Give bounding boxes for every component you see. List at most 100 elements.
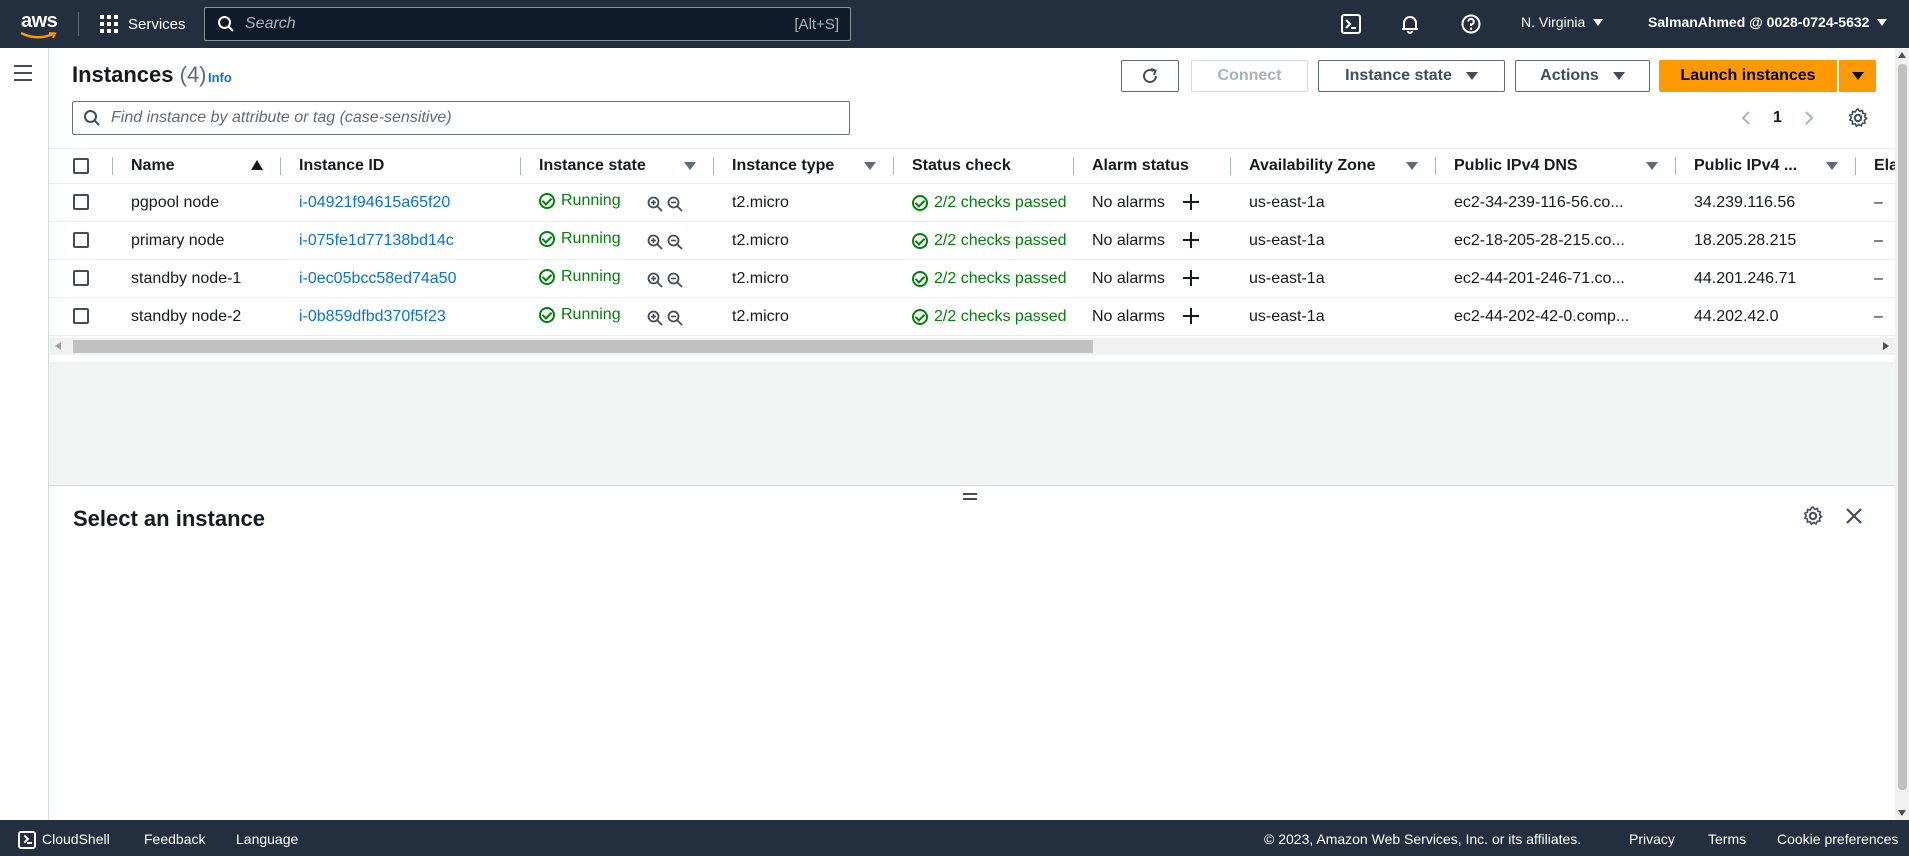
zoom-out-icon[interactable] [667, 272, 683, 288]
refresh-button[interactable] [1121, 60, 1179, 92]
row-checkbox[interactable] [73, 270, 89, 287]
sort-icon [1646, 162, 1658, 170]
account-menu[interactable]: SalmanAhmed @ 0028-0724-5632 [1648, 14, 1888, 30]
table-row[interactable]: standby node-2 i-0b859dfbd370f5f23 Runni… [49, 297, 1895, 336]
select-all-checkbox[interactable] [73, 158, 89, 174]
cloudshell-link[interactable]: CloudShell [18, 831, 110, 850]
instance-state: Running [561, 305, 621, 323]
zoom-in-icon[interactable] [647, 234, 663, 250]
row-checkbox[interactable] [73, 194, 89, 211]
page-number[interactable]: 1 [1773, 109, 1782, 127]
filter-input[interactable] [111, 109, 849, 127]
add-alarm-icon[interactable] [1182, 270, 1199, 287]
availability-zone: us-east-1a [1231, 297, 1436, 336]
zoom-out-icon[interactable] [667, 310, 683, 326]
scrollbar-thumb[interactable] [1898, 64, 1907, 790]
column-header[interactable]: Instance type [714, 148, 894, 184]
instance-state-button[interactable]: Instance state [1318, 60, 1505, 92]
account-label: SalmanAhmed @ 0028-0724-5632 [1648, 14, 1870, 30]
instance-name: pgpool node [113, 183, 281, 222]
table-row[interactable]: primary node i-075fe1d77138bd14c Running… [49, 221, 1895, 260]
column-header[interactable]: Instance state [521, 148, 714, 184]
add-alarm-icon[interactable] [1182, 232, 1199, 249]
sort-icon [864, 162, 876, 170]
status-check: 2/2 checks passed [934, 269, 1067, 287]
column-header[interactable]: Public IPv4 DNS [1436, 148, 1676, 184]
column-header[interactable]: Status check [894, 148, 1074, 184]
add-alarm-icon[interactable] [1182, 308, 1199, 325]
launch-dropdown-button[interactable] [1839, 60, 1876, 92]
horizontal-scrollbar[interactable] [49, 338, 1895, 355]
chevron-right-icon[interactable] [1800, 110, 1816, 126]
success-icon [912, 232, 928, 249]
column-header[interactable]: Alarm status [1074, 148, 1231, 184]
column-header[interactable]: Instance ID [281, 148, 521, 184]
info-link[interactable]: Info [208, 70, 232, 85]
sort-icon [684, 162, 696, 170]
sort-icon [1406, 162, 1418, 170]
global-search[interactable]: [Alt+S] [204, 7, 851, 41]
connect-button[interactable]: Connect [1191, 60, 1308, 92]
instance-id-link[interactable]: i-0b859dfbd370f5f23 [281, 297, 521, 336]
success-icon [539, 306, 555, 323]
scroll-up-arrow-icon[interactable] [1898, 52, 1906, 58]
table-header-row: Name Instance ID Instance state Instance… [49, 148, 1895, 184]
public-dns: ec2-44-201-246-71.co... [1436, 259, 1676, 298]
row-checkbox[interactable] [73, 308, 89, 325]
row-checkbox[interactable] [73, 232, 89, 249]
column-header[interactable]: Ela [1856, 148, 1895, 184]
column-header[interactable]: Name [113, 148, 281, 184]
vertical-scrollbar[interactable] [1895, 48, 1909, 820]
status-check: 2/2 checks passed [934, 231, 1067, 249]
zoom-in-icon[interactable] [647, 310, 663, 326]
main-content: Instances (4) Info Connect Instance stat… [49, 48, 1895, 820]
zoom-out-icon[interactable] [667, 234, 683, 250]
public-ip: 34.239.116.56 [1676, 183, 1856, 222]
cookie-preferences-link[interactable]: Cookie preferences [1777, 831, 1898, 847]
column-header[interactable]: Availability Zone [1231, 148, 1436, 184]
table-row[interactable]: pgpool node i-04921f94615a65f20 Running … [49, 183, 1895, 222]
services-menu-button[interactable]: Services [100, 12, 186, 36]
instance-state: Running [561, 191, 621, 209]
preferences-gear-icon[interactable] [1847, 107, 1869, 134]
feedback-link[interactable]: Feedback [144, 831, 205, 847]
menu-icon[interactable] [14, 65, 32, 86]
scroll-right-arrow-icon[interactable] [1883, 342, 1889, 350]
terms-link[interactable]: Terms [1708, 831, 1746, 847]
instance-filter[interactable] [72, 101, 850, 135]
instance-id-link[interactable]: i-0ec05bcc58ed74a50 [281, 259, 521, 298]
resize-handle-icon[interactable] [963, 493, 977, 503]
zoom-in-icon[interactable] [647, 196, 663, 212]
scroll-left-arrow-icon[interactable] [55, 342, 61, 350]
privacy-link[interactable]: Privacy [1629, 831, 1675, 847]
instance-id-link[interactable]: i-075fe1d77138bd14c [281, 221, 521, 260]
chevron-left-icon[interactable] [1739, 110, 1755, 126]
search-input[interactable] [245, 15, 795, 33]
status-check: 2/2 checks passed [934, 307, 1067, 325]
public-ip: 18.205.28.215 [1676, 221, 1856, 260]
caret-down-icon [1465, 72, 1478, 80]
table-row[interactable]: standby node-1 i-0ec05bcc58ed74a50 Runni… [49, 259, 1895, 298]
actions-label: Actions [1540, 67, 1599, 84]
close-icon[interactable] [1844, 506, 1864, 531]
language-link[interactable]: Language [236, 831, 298, 847]
bell-icon[interactable] [1398, 12, 1422, 36]
instance-name: standby node-2 [113, 297, 281, 336]
cloudshell-icon[interactable] [1339, 12, 1363, 36]
aws-logo[interactable]: aws [20, 10, 60, 39]
instance-id-link[interactable]: i-04921f94615a65f20 [281, 183, 521, 222]
region-label: N. Virginia [1521, 14, 1586, 30]
region-selector[interactable]: N. Virginia [1521, 14, 1604, 30]
caret-down-icon [1851, 72, 1864, 80]
help-icon[interactable] [1459, 12, 1483, 36]
column-header[interactable]: Public IPv4 ... [1676, 148, 1856, 184]
actions-button[interactable]: Actions [1515, 60, 1650, 92]
scroll-down-arrow-icon[interactable] [1898, 810, 1906, 816]
zoom-out-icon[interactable] [667, 196, 683, 212]
scrollbar-thumb[interactable] [73, 340, 1093, 353]
launch-instances-button[interactable]: Launch instances [1659, 60, 1837, 92]
add-alarm-icon[interactable] [1182, 194, 1199, 211]
zoom-in-icon[interactable] [647, 272, 663, 288]
gear-icon[interactable] [1802, 505, 1824, 532]
aws-smile-icon [20, 32, 57, 39]
